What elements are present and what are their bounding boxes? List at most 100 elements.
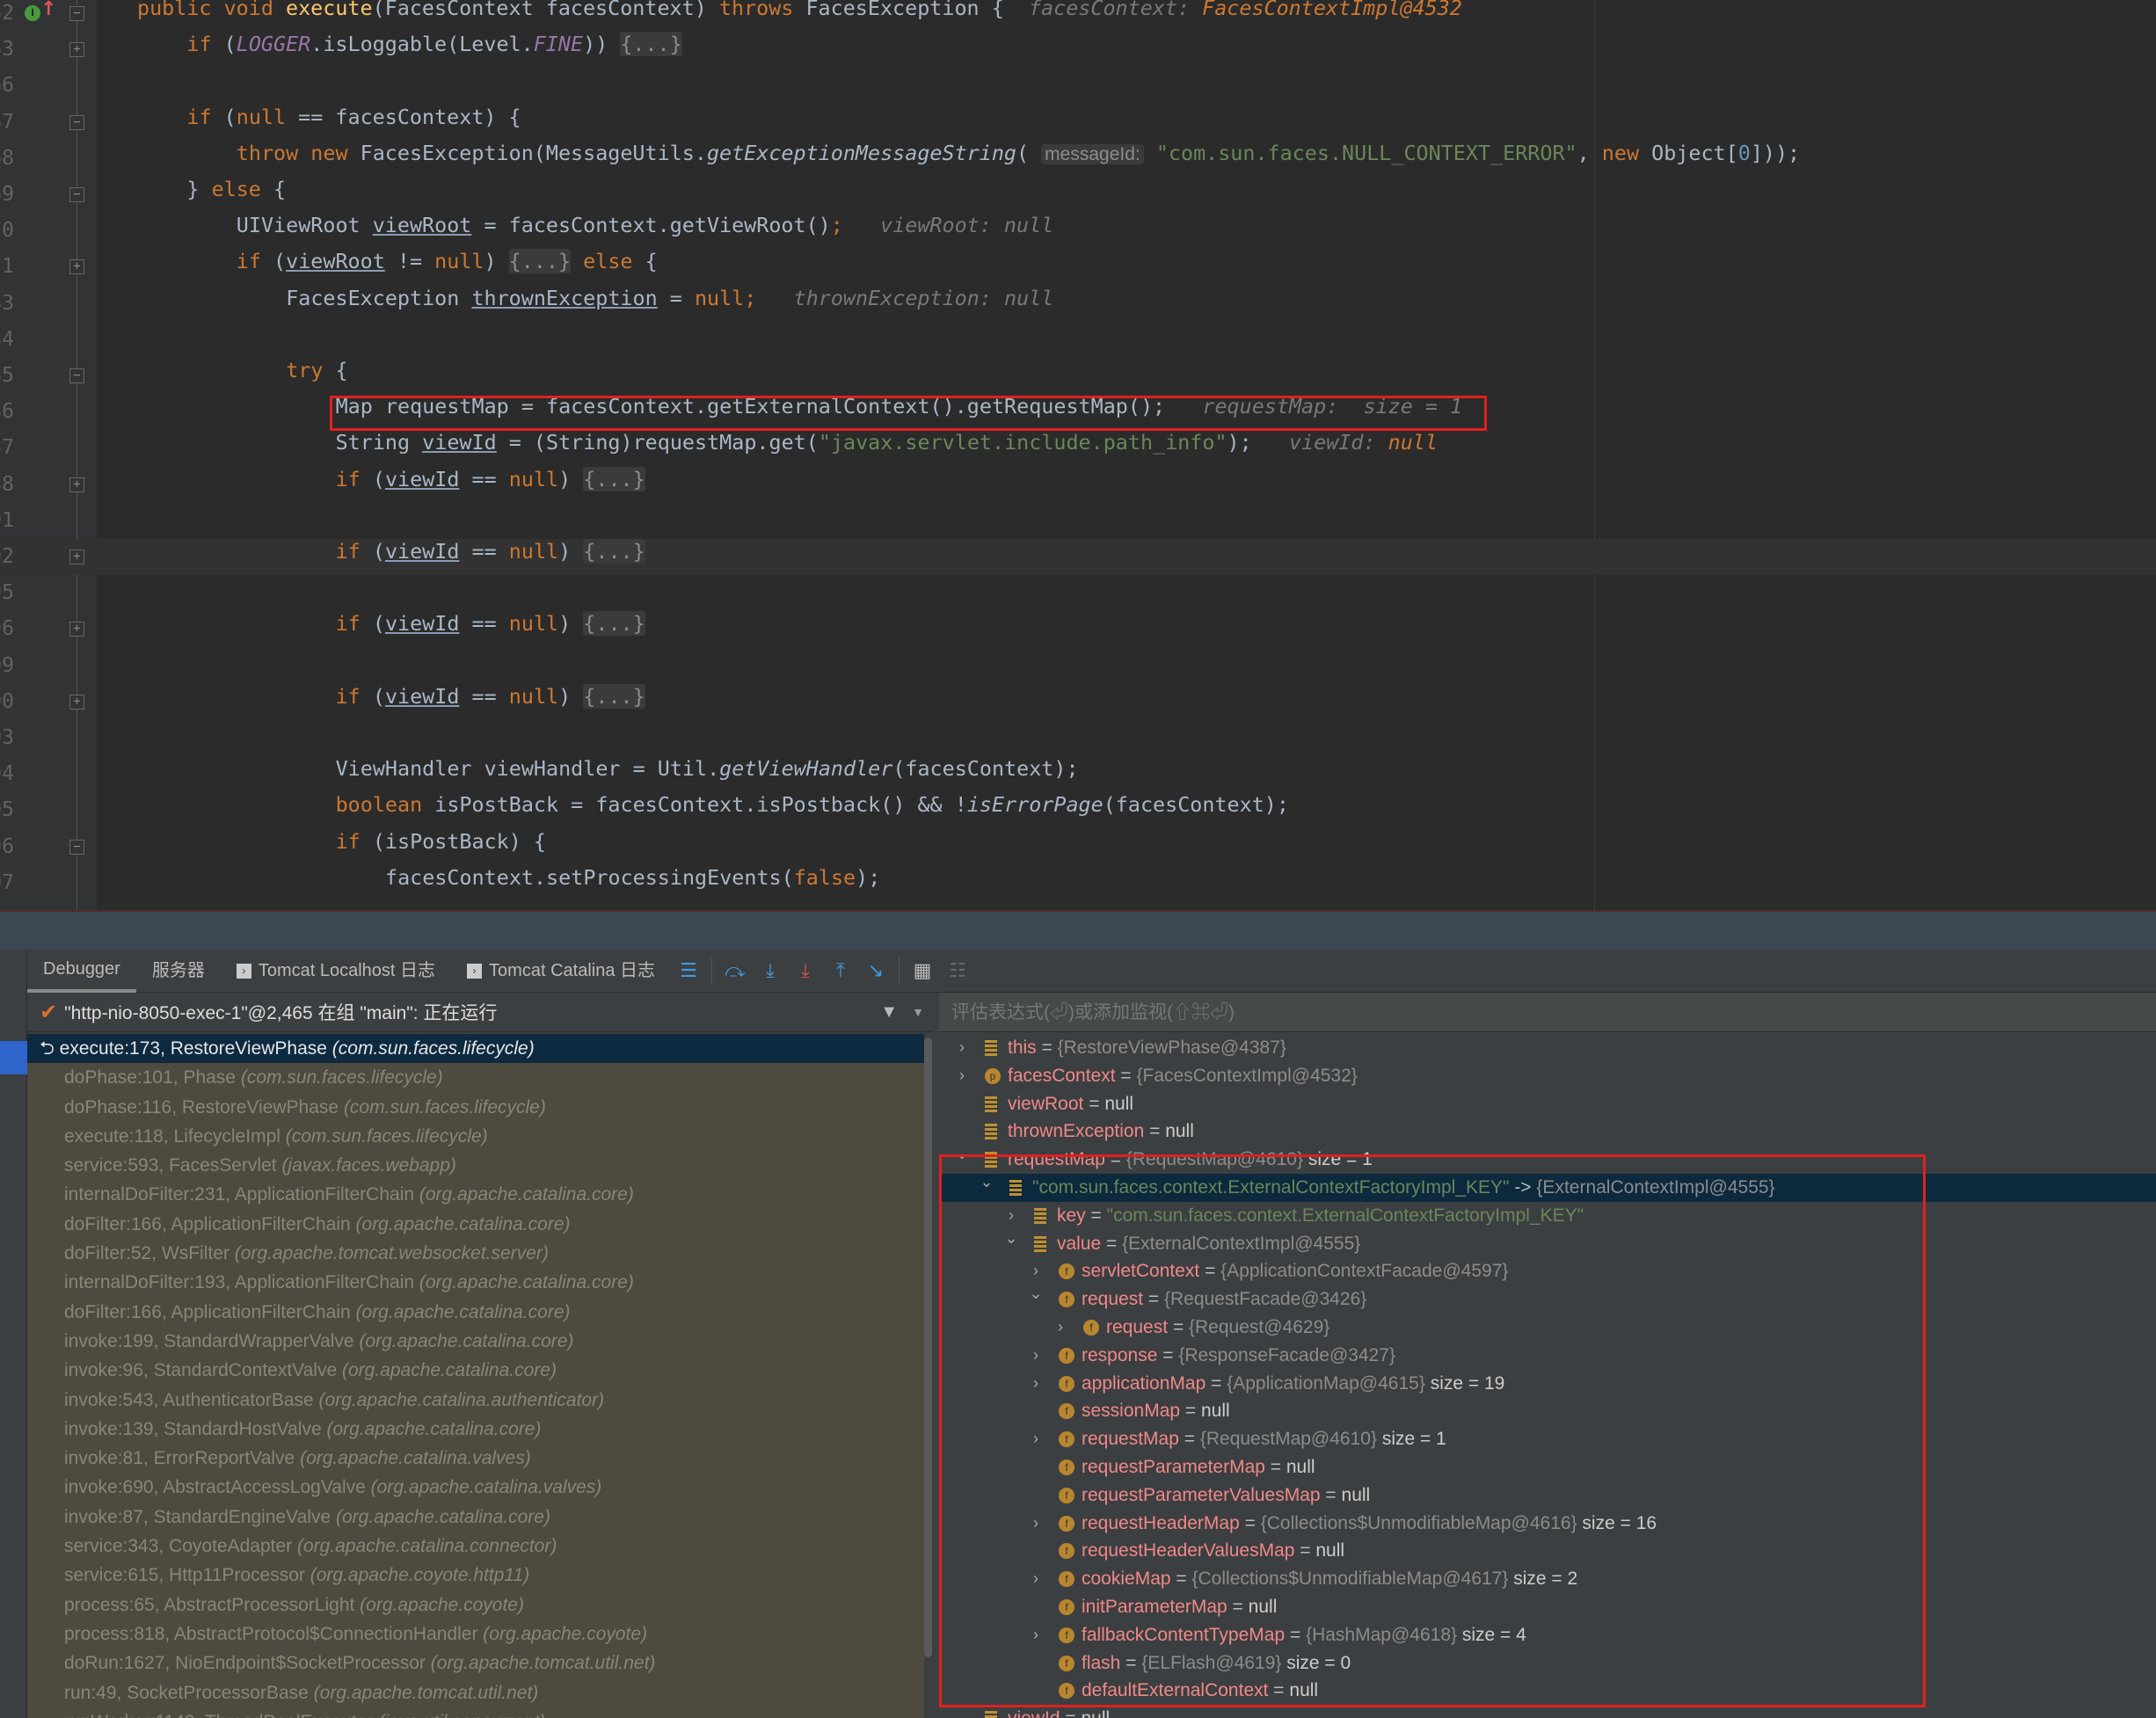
- tab-tomcat-catalina-[interactable]: › Tomcat Catalina 日志: [451, 950, 671, 993]
- stack-frame[interactable]: service:615, Http11Processor (org.apache…: [27, 1561, 924, 1590]
- field-icon: [985, 1711, 997, 1718]
- frame-method: doPhase:116, RestoreViewPhase: [64, 1096, 344, 1117]
- code-token: ==: [459, 466, 509, 491]
- code-token: null: [508, 683, 559, 709]
- folded-code-block[interactable]: {...}: [583, 539, 645, 564]
- trace-button[interactable]: ☷: [940, 960, 975, 982]
- active-tool-indicator[interactable]: [0, 1041, 27, 1074]
- code-token: .isLoggable(Level.: [310, 32, 534, 57]
- frames-scrollbar[interactable]: [924, 1037, 932, 1657]
- variable-row[interactable]: › p facesContext = {FacesContextImpl@4532}: [939, 1062, 2156, 1090]
- run-to-cursor-button[interactable]: ↘: [858, 960, 893, 982]
- stack-frame[interactable]: invoke:543, AuthenticatorBase (org.apach…: [27, 1386, 924, 1415]
- folded-code-block[interactable]: {...}: [583, 466, 645, 491]
- panel-splitter[interactable]: [0, 910, 2156, 950]
- toolbar-divider: [711, 957, 713, 984]
- frames-list[interactable]: ⮌ execute:173, RestoreViewPhase (com.sun…: [27, 1034, 924, 1718]
- stack-frame[interactable]: execute:118, LifecycleImpl (com.sun.face…: [27, 1122, 924, 1151]
- code-token: viewId: [422, 430, 497, 455]
- line-number: 00: [0, 689, 14, 713]
- fold-collapse-icon[interactable]: −: [69, 368, 84, 383]
- stack-frame[interactable]: process:65, AbstractProcessorLight (org.…: [27, 1591, 924, 1620]
- fold-expand-icon[interactable]: +: [69, 42, 84, 58]
- stack-frame[interactable]: internalDoFilter:231, ApplicationFilterC…: [27, 1180, 924, 1209]
- chevron-down-icon[interactable]: ▼: [912, 1005, 924, 1019]
- stack-frame[interactable]: doRun:1627, NioEndpoint$SocketProcessor …: [27, 1649, 924, 1678]
- frame-method: invoke:81, ErrorReportValve: [64, 1448, 301, 1469]
- fold-collapse-icon[interactable]: −: [69, 6, 84, 21]
- folded-code-block[interactable]: {...}: [583, 611, 645, 637]
- step-over-button[interactable]: ⤼: [717, 960, 753, 982]
- fold-collapse-icon[interactable]: −: [69, 114, 84, 130]
- stack-frame[interactable]: invoke:199, StandardWrapperValve (org.ap…: [27, 1327, 924, 1356]
- tab-tomcat-localhost-[interactable]: › Tomcat Localhost 日志: [221, 950, 451, 993]
- code-token: null: [508, 611, 559, 637]
- fold-expand-icon[interactable]: +: [69, 550, 84, 564]
- variable-op: =: [1036, 1037, 1058, 1058]
- frame-method: process:65, AbstractProcessorLight: [64, 1594, 361, 1615]
- step-out-button[interactable]: ⤒: [823, 960, 858, 982]
- frame-method: internalDoFilter:193, ApplicationFilterC…: [64, 1272, 419, 1293]
- frame-package: (org.apache.tomcat.util.net): [313, 1682, 539, 1703]
- code-token: viewId:: [1251, 430, 1388, 455]
- thread-label: "http-nio-8050-exec-1"@2,465 在组 "main": …: [64, 1003, 498, 1023]
- stack-frame[interactable]: doFilter:166, ApplicationFilterChain (or…: [27, 1298, 924, 1327]
- variable-obj: {FacesContextImpl@4532}: [1136, 1065, 1358, 1086]
- code-editor[interactable]: I ↑ public void execute(FacesContext fac…: [0, 0, 2156, 910]
- tab-label: Tomcat Catalina 日志: [489, 960, 656, 980]
- stack-frame[interactable]: doFilter:166, ApplicationFilterChain (or…: [27, 1210, 924, 1239]
- code-line: if (viewId == null) {...}: [0, 683, 2156, 720]
- stack-frame[interactable]: invoke:81, ErrorReportValve (org.apache.…: [27, 1444, 924, 1473]
- fold-expand-icon[interactable]: +: [69, 259, 84, 275]
- fold-collapse-icon[interactable]: −: [69, 187, 84, 202]
- folded-code-block[interactable]: {...}: [620, 32, 682, 57]
- stack-frame[interactable]: service:593, FacesServlet (javax.faces.w…: [27, 1151, 924, 1180]
- stack-frame[interactable]: invoke:139, StandardHostValve (org.apach…: [27, 1415, 924, 1444]
- step-into-button[interactable]: ⤓: [753, 960, 788, 982]
- thread-selector[interactable]: ✔ "http-nio-8050-exec-1"@2,465 在组 "main"…: [27, 993, 933, 1032]
- stack-frame[interactable]: invoke:690, AbstractAccessLogValve (org.…: [27, 1473, 924, 1502]
- folded-code-block[interactable]: {...}: [583, 683, 645, 709]
- variable-name: thrownException: [1008, 1121, 1145, 1142]
- frames-list-button[interactable]: ☰: [671, 960, 706, 982]
- chevron-right-icon[interactable]: ›: [953, 1062, 971, 1090]
- variable-row[interactable]: viewRoot = null: [939, 1090, 2156, 1118]
- fold-expand-icon[interactable]: +: [69, 622, 84, 637]
- code-token: if: [186, 104, 224, 129]
- variable-row[interactable]: › this = {RestoreViewPhase@4387}: [939, 1034, 2156, 1062]
- toolbar-divider: [899, 957, 900, 984]
- stack-frame[interactable]: invoke:87, StandardEngineValve (org.apac…: [27, 1503, 924, 1532]
- code-token: null: [236, 104, 287, 129]
- force-step-into-button[interactable]: ⤓: [788, 960, 823, 982]
- stack-frame[interactable]: runWorker:1149, ThreadPoolExecutor (java…: [27, 1707, 924, 1718]
- stack-frame[interactable]: doFilter:52, WsFilter (org.apache.tomcat…: [27, 1239, 924, 1268]
- code-text: public void execute(FacesContext facesCo…: [137, 0, 1462, 20]
- evaluate-expression-input[interactable]: 评估表达式(⏎)或添加监视(⇧⌘⏎): [939, 993, 2156, 1032]
- stack-frame[interactable]: doPhase:116, RestoreViewPhase (com.sun.f…: [27, 1093, 924, 1122]
- tab-debugger[interactable]: Debugger: [27, 950, 136, 993]
- stack-frame[interactable]: invoke:96, StandardContextValve (org.apa…: [27, 1356, 924, 1385]
- fold-collapse-icon[interactable]: −: [69, 839, 84, 855]
- code-token: thrownException: null: [756, 285, 1054, 310]
- stack-frame[interactable]: internalDoFilter:193, ApplicationFilterC…: [27, 1268, 924, 1297]
- stack-frame[interactable]: ⮌ execute:173, RestoreViewPhase (com.sun…: [27, 1034, 924, 1064]
- fold-expand-icon[interactable]: +: [69, 694, 84, 710]
- stack-frame[interactable]: process:818, AbstractProtocol$Connection…: [27, 1620, 924, 1649]
- field-icon: [985, 1040, 997, 1056]
- tab--[interactable]: 服务器: [136, 950, 221, 993]
- variable-row[interactable]: thrownException = null: [939, 1117, 2156, 1146]
- fold-expand-icon[interactable]: +: [69, 477, 84, 492]
- frame-package: (org.apache.tomcat.websocket.server): [234, 1243, 549, 1264]
- code-token: FacesException {: [805, 0, 1029, 20]
- evaluate-expression-button[interactable]: ▦: [905, 960, 940, 982]
- stack-frame[interactable]: run:49, SocketProcessorBase (org.apache.…: [27, 1678, 924, 1707]
- code-token: execute: [286, 0, 373, 20]
- filter-icon[interactable]: ▼: [880, 1002, 898, 1023]
- frame-method: run:49, SocketProcessorBase: [64, 1682, 314, 1703]
- line-number: 69: [0, 183, 14, 206]
- folded-code-block[interactable]: {...}: [508, 249, 572, 274]
- code-token: FINE: [533, 32, 584, 57]
- chevron-right-icon[interactable]: ›: [953, 1034, 971, 1062]
- stack-frame[interactable]: service:343, CoyoteAdapter (org.apache.c…: [27, 1532, 924, 1561]
- stack-frame[interactable]: doPhase:101, Phase (com.sun.faces.lifecy…: [27, 1063, 924, 1092]
